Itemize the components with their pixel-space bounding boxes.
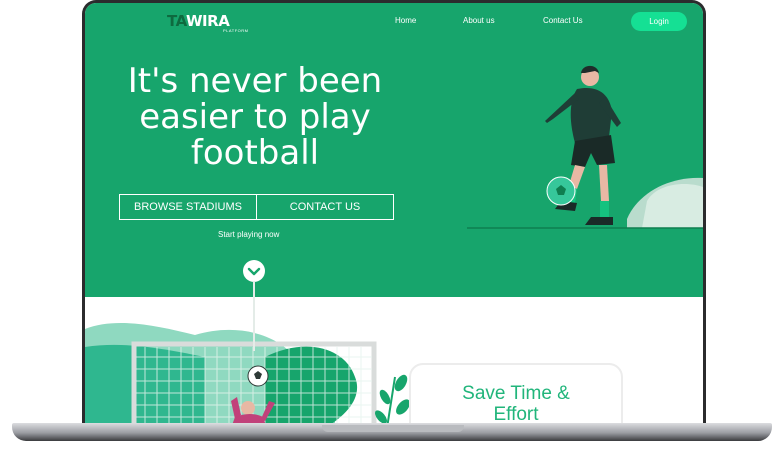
feature-card-title: Save Time & Effort <box>462 383 570 425</box>
logo-wordmark: TAWIRA <box>167 12 230 30</box>
nav-about-us[interactable]: About us <box>463 16 495 25</box>
nav-contact-us[interactable]: Contact Us <box>543 16 583 25</box>
logo-subtitle: PLATFORM <box>223 28 249 33</box>
scroll-connector-line <box>253 281 255 351</box>
browse-stadiums-button[interactable]: BROWSE STADIUMS <box>120 195 257 219</box>
headline-line-2: easier to play <box>139 97 371 137</box>
nav-home[interactable]: Home <box>395 16 416 25</box>
hero-headline: It's never been easier to play football <box>105 63 405 171</box>
cloud-shape-2 <box>642 183 703 228</box>
goalkeeper-head <box>241 401 255 415</box>
site-logo[interactable]: TAWIRA PLATFORM <box>167 12 255 34</box>
start-playing-text: Start playing now <box>218 230 280 239</box>
chevron-down-icon <box>247 267 261 276</box>
headline-line-1: It's never been <box>127 61 383 101</box>
hero-button-group: BROWSE STADIUMS CONTACT US <box>119 194 394 220</box>
hero-section: TAWIRA PLATFORM Home About us Contact Us… <box>85 3 703 297</box>
scroll-down-button[interactable] <box>243 260 265 282</box>
headline-line-3: football <box>190 133 320 173</box>
contact-us-button[interactable]: CONTACT US <box>257 195 393 219</box>
laptop-notch <box>322 425 464 432</box>
football-player-illustration <box>467 65 703 229</box>
login-button[interactable]: Login <box>631 12 687 31</box>
